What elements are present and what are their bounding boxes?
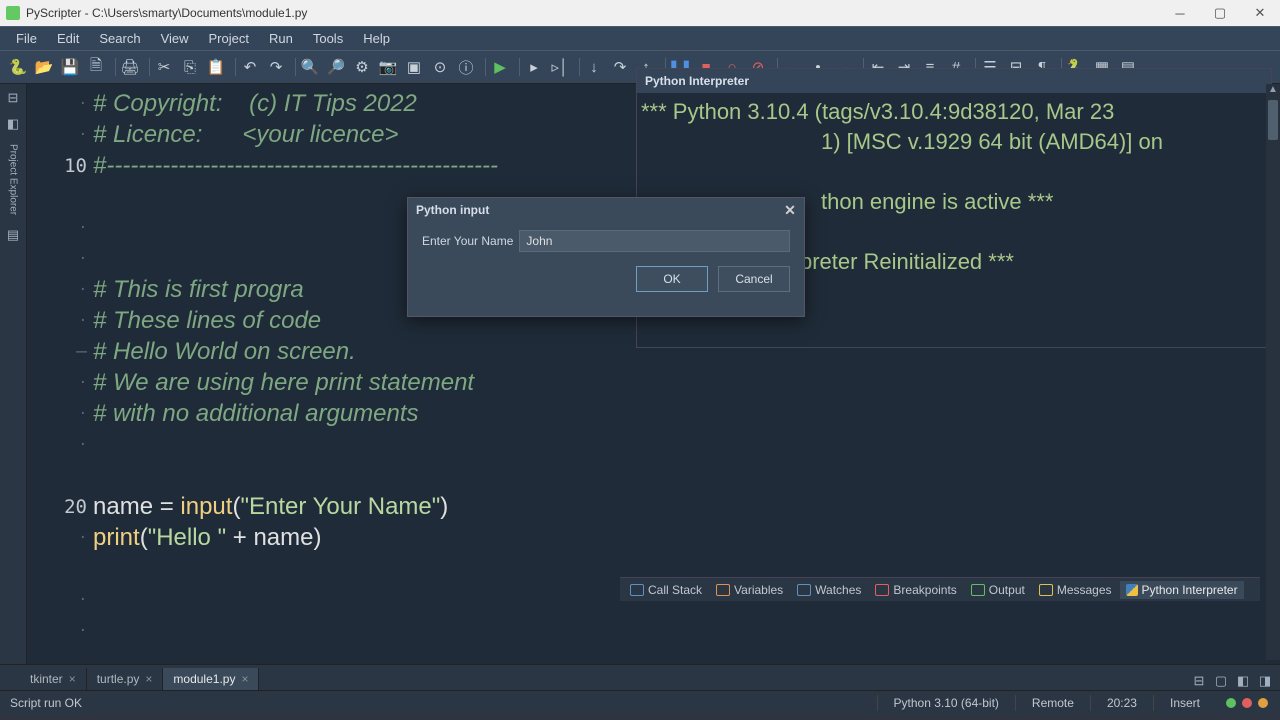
run-to-cursor-icon[interactable]: ▹│ (548, 55, 572, 79)
separator (230, 58, 236, 76)
tab-close-icon[interactable]: × (145, 672, 152, 686)
interpreter-title: Python Interpreter (637, 69, 1271, 93)
cut-icon[interactable]: ✂ (152, 55, 176, 79)
status-led-orange (1258, 698, 1268, 708)
save-all-icon[interactable]: 🗎 (84, 55, 108, 79)
tab-action-icon[interactable]: ◨ (1256, 672, 1274, 690)
print-icon[interactable]: 🖨 (118, 55, 142, 79)
status-mode[interactable]: Remote (1015, 695, 1090, 711)
config-icon[interactable]: 📷 (376, 55, 400, 79)
file-tab-tkinter[interactable]: tkinter× (20, 668, 87, 690)
app-icon (6, 6, 20, 20)
find-icon[interactable]: 🔍 (298, 55, 322, 79)
status-python[interactable]: Python 3.10 (64-bit) (877, 695, 1015, 711)
tab-breakpoints[interactable]: Breakpoints (869, 581, 962, 599)
separator (574, 58, 580, 76)
tab-action-icon[interactable]: ⊟ (1190, 672, 1208, 690)
explorer-icon[interactable]: ⊟ (3, 88, 23, 108)
tab-action-icon[interactable]: ▢ (1212, 672, 1230, 690)
menu-search[interactable]: Search (89, 28, 150, 49)
new-file-icon[interactable]: 🐍 (6, 55, 30, 79)
tab-messages[interactable]: Messages (1033, 581, 1118, 599)
file-tab-strip: tkinter× turtle.py× module1.py× ⊟ ▢ ◧ ◨ (0, 664, 1280, 690)
status-led-red (1242, 698, 1252, 708)
replace-icon[interactable]: ⚙ (350, 55, 374, 79)
line-number: 10 (27, 150, 93, 181)
dialog-close-icon[interactable]: ✕ (776, 202, 804, 219)
dialog-input[interactable] (519, 230, 790, 252)
tool-c-icon[interactable]: ⓘ (454, 55, 478, 79)
tab-python-interpreter[interactable]: Python Interpreter (1120, 581, 1244, 599)
menu-help[interactable]: Help (353, 28, 400, 49)
scroll-up-icon[interactable]: ▲ (1266, 84, 1280, 98)
status-time: 20:23 (1090, 695, 1153, 711)
separator (290, 58, 296, 76)
tab-variables[interactable]: Variables (710, 581, 789, 599)
file-tab-module1[interactable]: module1.py× (163, 668, 259, 690)
save-icon[interactable]: 💾 (58, 55, 82, 79)
separator (144, 58, 150, 76)
dialog-label: Enter Your Name (422, 234, 513, 248)
module-icon[interactable]: ◧ (3, 114, 23, 134)
find-next-icon[interactable]: 🔎 (324, 55, 348, 79)
input-dialog: Python input ✕ Enter Your Name OK Cancel (407, 197, 805, 317)
tab-output[interactable]: Output (965, 581, 1031, 599)
status-insert[interactable]: Insert (1153, 695, 1216, 711)
tab-watches[interactable]: Watches (791, 581, 867, 599)
open-icon[interactable]: 📂 (32, 55, 56, 79)
step-over-icon[interactable]: ↷ (608, 55, 632, 79)
status-message: Script run OK (8, 695, 877, 711)
debug-icon[interactable]: ▸ (522, 55, 546, 79)
folder-icon[interactable]: ▤ (3, 225, 23, 245)
line-number: 20 (27, 491, 93, 522)
gutter: 10 20 (27, 84, 93, 664)
tool-a-icon[interactable]: ▣ (402, 55, 426, 79)
status-bar: Script run OK Python 3.10 (64-bit) Remot… (0, 690, 1280, 714)
separator (514, 58, 520, 76)
menu-edit[interactable]: Edit (47, 28, 89, 49)
close-button[interactable]: ✕ (1240, 0, 1280, 26)
vertical-scrollbar[interactable]: ▲ (1266, 84, 1280, 660)
menu-view[interactable]: View (151, 28, 199, 49)
menu-file[interactable]: File (6, 28, 47, 49)
redo-icon[interactable]: ↷ (264, 55, 288, 79)
undo-icon[interactable]: ↶ (238, 55, 262, 79)
bottom-tabs: Call Stack Variables Watches Breakpoints… (620, 577, 1260, 601)
run-icon[interactable]: ▶ (488, 55, 512, 79)
menu-run[interactable]: Run (259, 28, 303, 49)
tool-b-icon[interactable]: ⊙ (428, 55, 452, 79)
status-led-green (1226, 698, 1236, 708)
left-sidebar: ⊟ ◧ Project Explorer ▤ (0, 84, 27, 664)
step-into-icon[interactable]: ↓ (582, 55, 606, 79)
ok-button[interactable]: OK (636, 266, 708, 292)
menu-tools[interactable]: Tools (303, 28, 353, 49)
project-explorer-label[interactable]: Project Explorer (8, 140, 19, 219)
window-titlebar: PyScripter - C:\Users\smarty\Documents\m… (0, 0, 1280, 26)
minimize-button[interactable]: ─ (1160, 0, 1200, 26)
paste-icon[interactable]: 📋 (204, 55, 228, 79)
menu-project[interactable]: Project (199, 28, 259, 49)
tab-close-icon[interactable]: × (241, 672, 248, 686)
cancel-button[interactable]: Cancel (718, 266, 790, 292)
scroll-thumb[interactable] (1268, 100, 1278, 140)
maximize-button[interactable]: ▢ (1200, 0, 1240, 26)
dialog-title: Python input (416, 203, 489, 217)
menu-bar: File Edit Search View Project Run Tools … (0, 26, 1280, 50)
file-tab-turtle[interactable]: turtle.py× (87, 668, 164, 690)
dialog-titlebar: Python input ✕ (408, 198, 804, 222)
separator (480, 58, 486, 76)
tab-call-stack[interactable]: Call Stack (624, 581, 708, 599)
window-title: PyScripter - C:\Users\smarty\Documents\m… (26, 6, 1160, 20)
copy-icon[interactable]: ⎘ (178, 55, 202, 79)
separator (110, 58, 116, 76)
tab-action-icon[interactable]: ◧ (1234, 672, 1252, 690)
tab-close-icon[interactable]: × (69, 672, 76, 686)
